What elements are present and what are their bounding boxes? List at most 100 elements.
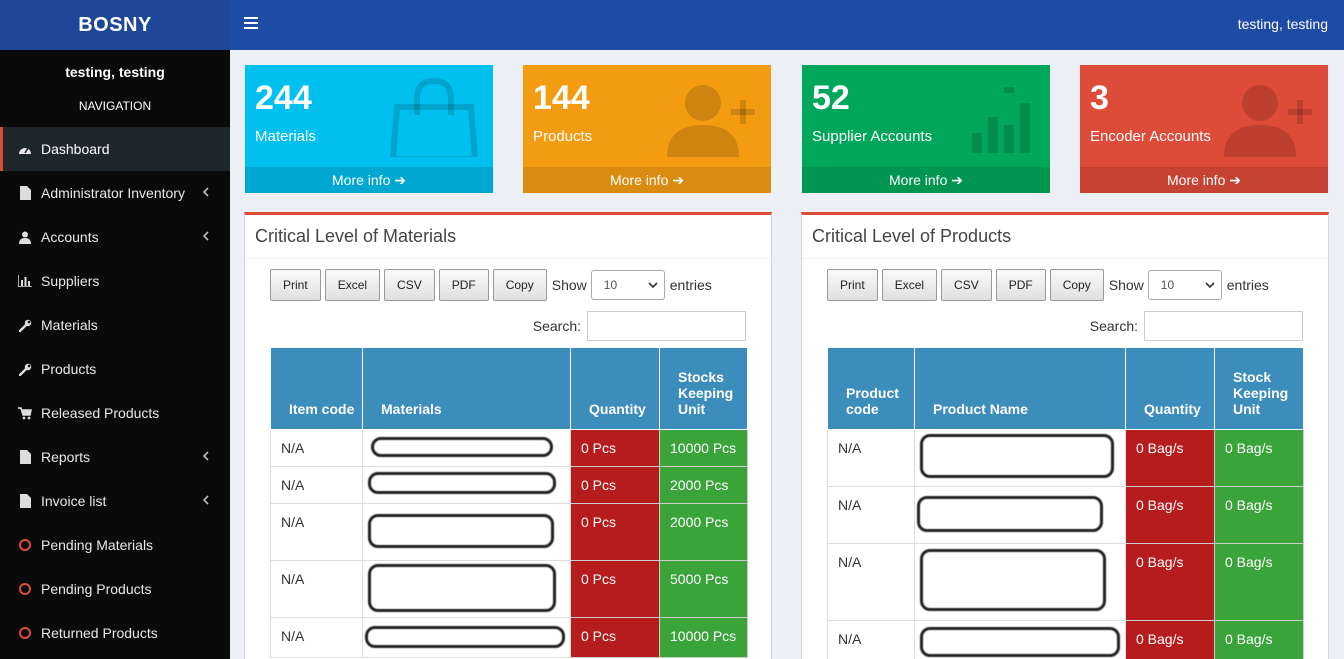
user-menu[interactable]: testing, testing: [1238, 16, 1328, 32]
table-row: N/A 0 Pcs 10000 Pcs: [270, 616, 748, 658]
page-size-select[interactable]: 10: [590, 270, 665, 300]
table-row: N/A 0 Pcs 10000 Pcs: [270, 428, 748, 467]
wrench-icon: [18, 362, 32, 376]
quantity-cell: 0 Bag/s: [1125, 428, 1215, 487]
quantity-cell: 0 Bag/s: [1125, 542, 1215, 621]
sidebar-item-suppliers[interactable]: Suppliers: [0, 259, 230, 303]
page-size-select[interactable]: 10: [1147, 270, 1222, 300]
search-input[interactable]: [587, 311, 746, 341]
quantity-cell: 0 Pcs: [570, 465, 660, 504]
products-info-box: 144 Products More info ➔: [523, 65, 771, 193]
sidebar-item-released-products[interactable]: Released Products: [0, 391, 230, 435]
sidebar-item-label: Accounts: [41, 229, 99, 245]
excel-button[interactable]: Excel: [881, 269, 938, 301]
materials-table: Item code Materials Quantity Stocks Keep…: [270, 348, 748, 658]
sku-cell: 2000 Pcs: [659, 465, 748, 504]
product-code: N/A: [827, 619, 915, 659]
sidebar-item-label: Pending Products: [41, 581, 152, 597]
encoder-accounts-more-info-link[interactable]: More info ➔: [1080, 167, 1328, 193]
material-name: [362, 465, 571, 504]
search-label: Search:: [1089, 318, 1138, 334]
encoder-accounts-info-box: 3 Encoder Accounts More info ➔: [1080, 65, 1328, 193]
material-name: [362, 502, 571, 561]
quantity-cell: 0 Pcs: [570, 428, 660, 467]
cart-icon: [18, 406, 32, 420]
sku-cell: 2000 Pcs: [659, 502, 748, 561]
sidebar-item-invoice-list[interactable]: Invoice list: [0, 479, 230, 523]
menu-toggle-icon[interactable]: [244, 17, 258, 31]
print-button[interactable]: Print: [270, 269, 321, 301]
product-name: [914, 542, 1126, 621]
sidebar-item-reports[interactable]: Reports: [0, 435, 230, 479]
bar-chart-icon: [972, 87, 1030, 153]
table-row: N/A 0 Bag/s 0 Bag/s: [827, 485, 1304, 544]
sku-cell: 0 Bag/s: [1214, 619, 1304, 659]
table-row: N/A 0 Pcs 2000 Pcs: [270, 502, 748, 561]
user-plus-icon: [1224, 85, 1312, 157]
critical-products-panel: Critical Level of Products Print Excel C…: [801, 212, 1329, 659]
sku-cell: 10000 Pcs: [659, 616, 748, 658]
arrow-circle-right-icon: ➔: [951, 172, 963, 188]
sidebar-item-administrator-inventory[interactable]: Administrator Inventory: [0, 171, 230, 215]
chevron-left-icon: [202, 451, 209, 461]
csv-button[interactable]: CSV: [941, 269, 992, 301]
column-header[interactable]: Item code: [270, 348, 363, 430]
sidebar-item-label: Dashboard: [41, 141, 110, 157]
products-label: Products: [533, 128, 593, 145]
sidebar-item-dashboard[interactable]: Dashboard: [0, 127, 230, 171]
materials-label: Materials: [255, 128, 316, 145]
brand-logo[interactable]: BOSNY: [0, 0, 230, 50]
print-button[interactable]: Print: [827, 269, 878, 301]
material-name: [362, 559, 571, 618]
sidebar-item-label: Pending Materials: [41, 537, 154, 553]
sku-cell: 0 Bag/s: [1214, 485, 1304, 544]
item-code: N/A: [270, 428, 363, 467]
quantity-cell: 0 Bag/s: [1125, 485, 1215, 544]
user-icon: [18, 230, 32, 244]
sidebar-item-materials[interactable]: Materials: [0, 303, 230, 347]
entries-label: entries: [669, 277, 712, 293]
pdf-button[interactable]: PDF: [438, 269, 489, 301]
column-header[interactable]: Stock Keeping Unit: [1214, 348, 1304, 430]
product-code: N/A: [827, 542, 915, 621]
sidebar-item-label: Invoice list: [41, 493, 107, 509]
dashboard-icon: [18, 142, 32, 156]
supplier-accounts-count: 52: [812, 79, 850, 117]
copy-button[interactable]: Copy: [492, 269, 547, 301]
top-navbar: testing, testing: [230, 0, 1344, 50]
copy-button[interactable]: Copy: [1049, 269, 1104, 301]
search-input[interactable]: [1144, 311, 1303, 341]
sidebar-item-accounts[interactable]: Accounts: [0, 215, 230, 259]
products-more-info-link[interactable]: More info ➔: [523, 167, 771, 193]
quantity-cell: 0 Pcs: [570, 502, 660, 561]
encoder-accounts-label: Encoder Accounts: [1090, 128, 1211, 145]
wrench-icon: [18, 318, 32, 332]
column-header[interactable]: Product Name: [914, 348, 1126, 430]
supplier-accounts-more-info-link[interactable]: More info ➔: [802, 167, 1050, 193]
column-header[interactable]: Product code: [827, 348, 915, 430]
chevron-left-icon: [202, 495, 209, 505]
csv-button[interactable]: CSV: [384, 269, 435, 301]
sidebar-item-returned-products[interactable]: Returned Products: [0, 611, 230, 655]
column-header[interactable]: Stocks Keeping Unit: [659, 348, 748, 430]
column-header[interactable]: Quantity: [570, 348, 660, 430]
excel-button[interactable]: Excel: [324, 269, 381, 301]
sidebar-item-pending-materials[interactable]: Pending Materials: [0, 523, 230, 567]
sidebar-item-products[interactable]: Products: [0, 347, 230, 391]
sidebar-item-pending-products[interactable]: Pending Products: [0, 567, 230, 611]
quantity-cell: 0 Pcs: [570, 559, 660, 618]
material-name: [362, 428, 571, 467]
column-header[interactable]: Materials: [362, 348, 571, 430]
sidebar-item-label: Reports: [41, 449, 91, 465]
supplier-accounts-info-box: 52 Supplier Accounts More info ➔: [802, 65, 1050, 193]
item-code: N/A: [270, 465, 363, 504]
materials-more-info-link[interactable]: More info ➔: [245, 167, 493, 193]
nav-header: NAVIGATION: [78, 99, 152, 113]
sku-cell: 10000 Pcs: [659, 428, 748, 467]
column-header[interactable]: Quantity: [1125, 348, 1215, 430]
sku-cell: 0 Bag/s: [1214, 542, 1304, 621]
pdf-button[interactable]: PDF: [995, 269, 1046, 301]
product-name: [914, 428, 1126, 487]
circle-icon: [18, 538, 32, 552]
file-icon: [18, 450, 32, 464]
